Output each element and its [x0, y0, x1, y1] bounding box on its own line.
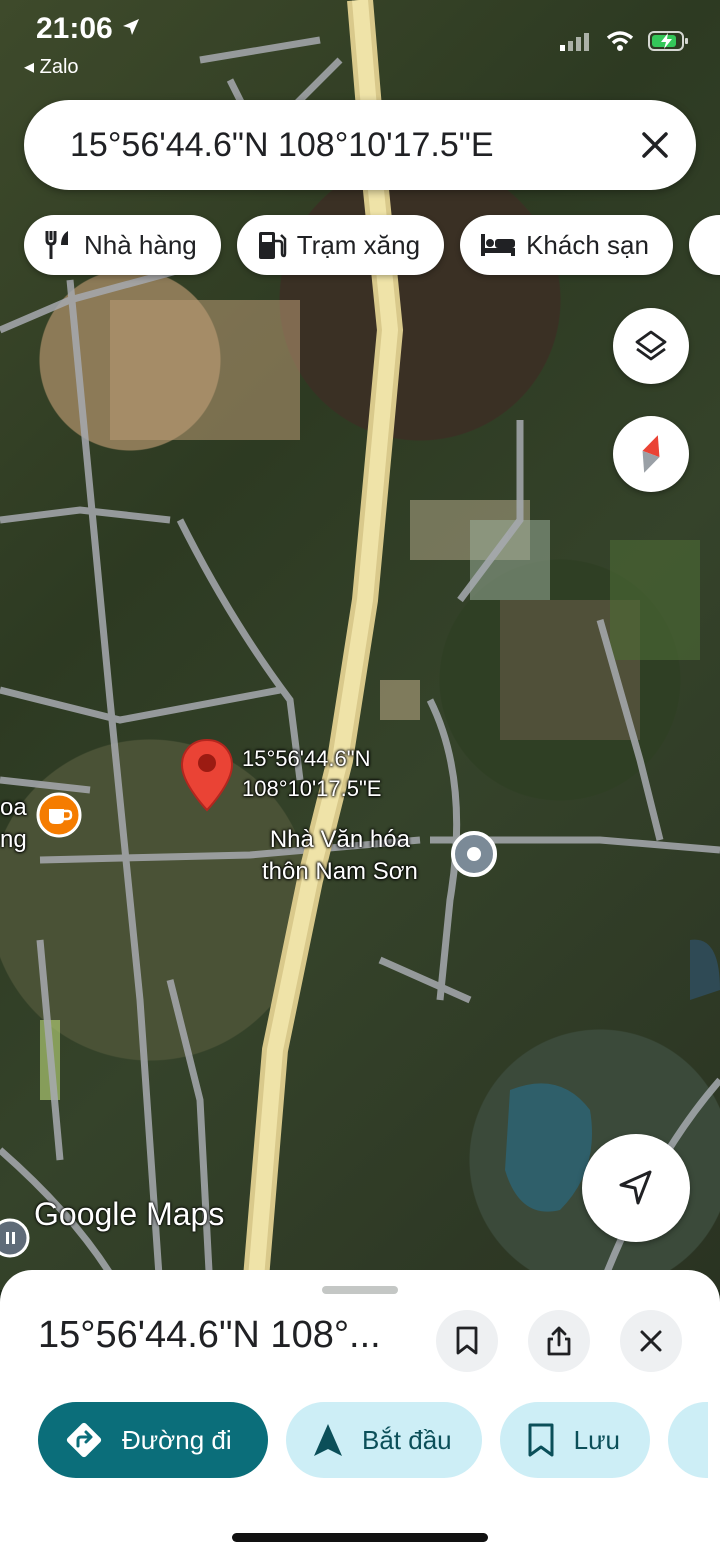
- navigation-arrow-icon: [619, 1170, 652, 1205]
- sheet-drag-handle[interactable]: [322, 1286, 398, 1294]
- layers-button[interactable]: [613, 308, 689, 384]
- map-roads: [0, 0, 720, 1290]
- chip-gas-stations-label: Trạm xăng: [296, 229, 421, 260]
- status-time: 21:06: [36, 12, 141, 46]
- place-actions: Đường đi Bắt đầu Lưu: [38, 1402, 708, 1478]
- save-button[interactable]: Lưu: [499, 1402, 650, 1478]
- chip-restaurants[interactable]: Nhà hàng: [24, 215, 221, 275]
- location-arrow-icon: [123, 19, 140, 35]
- gas-station-icon: [258, 232, 287, 259]
- start-label: Bắt đầu: [362, 1424, 452, 1455]
- chip-gas-stations[interactable]: Trạm xăng: [236, 215, 445, 275]
- place-title: 15°56'44.6"N 108°...: [38, 1314, 381, 1356]
- place-pin-icon[interactable]: [450, 830, 498, 878]
- poi-label-line1: Nhà Văn hóa: [269, 826, 410, 853]
- cellular-signal-icon: [560, 33, 589, 51]
- location-marker-icon[interactable]: [180, 738, 234, 812]
- more-actions-button[interactable]: [667, 1402, 708, 1478]
- museum-poi-icon[interactable]: [0, 1218, 30, 1258]
- back-app-name: Zalo: [39, 56, 79, 78]
- compass-icon: [642, 435, 660, 473]
- poi-label-line2: thôn Nam Sơn: [262, 858, 418, 885]
- restaurant-icon: [45, 231, 68, 259]
- directions-label: Đường đi: [122, 1424, 232, 1455]
- close-sheet-button[interactable]: [620, 1310, 682, 1372]
- wifi-icon: [606, 31, 634, 51]
- marker-coordinates-label: 15°56'44.6"N 108°10'17.5"E: [242, 744, 381, 804]
- maps-screen: 15°56'44.6"N 108°10'17.5"E oa ng Nhà Văn…: [0, 0, 720, 1559]
- save-label: Lưu: [573, 1424, 620, 1455]
- cafe-poi-label: oa ng: [0, 792, 27, 856]
- compass-button[interactable]: [613, 416, 689, 492]
- hotel-icon: [481, 234, 516, 256]
- share-icon: [547, 1326, 571, 1356]
- battery-charging-icon: [648, 31, 688, 51]
- directions-button[interactable]: Đường đi: [38, 1402, 268, 1478]
- map-canvas[interactable]: 15°56'44.6"N 108°10'17.5"E oa ng Nhà Văn…: [0, 0, 720, 1290]
- save-icon-button[interactable]: [436, 1310, 498, 1372]
- home-indicator[interactable]: [232, 1533, 488, 1542]
- start-button[interactable]: Bắt đầu: [286, 1402, 482, 1478]
- layers-icon: [635, 330, 667, 361]
- status-icons: [560, 30, 690, 52]
- navigation-icon: [314, 1424, 342, 1456]
- chip-hotels-label: Khách sạn: [526, 229, 649, 260]
- status-time-text: 21:06: [36, 12, 113, 45]
- close-icon: [642, 132, 668, 158]
- bookmark-icon: [456, 1326, 478, 1355]
- google-maps-logo: Google Maps: [34, 1196, 225, 1232]
- my-location-button[interactable]: [582, 1134, 690, 1242]
- search-bar[interactable]: 15°56'44.6"N 108°10'17.5"E: [24, 100, 696, 190]
- poi-label-nha-van-hoa: Nhà Văn hóa thôn Nam Sơn: [262, 824, 418, 888]
- cafe-poi-label-line2: ng: [0, 826, 27, 853]
- chip-hotels[interactable]: Khách sạn: [460, 215, 673, 275]
- chip-restaurants-label: Nhà hàng: [84, 229, 197, 260]
- directions-icon: [66, 1422, 102, 1458]
- search-input[interactable]: 15°56'44.6"N 108°10'17.5"E: [70, 126, 640, 165]
- chip-more[interactable]: [688, 215, 720, 275]
- marker-latitude: 15°56'44.6"N: [242, 746, 371, 771]
- category-chips: Nhà hàng Trạm xăng Khách sạn: [24, 215, 720, 275]
- marker-longitude: 108°10'17.5"E: [242, 776, 382, 801]
- back-to-app-link[interactable]: ◂ Zalo: [24, 54, 79, 79]
- cafe-poi-icon[interactable]: [36, 792, 82, 838]
- bookmark-icon: [528, 1423, 554, 1457]
- share-button[interactable]: [528, 1310, 590, 1372]
- cafe-poi-label-line1: oa: [0, 794, 27, 821]
- place-bottom-sheet: 15°56'44.6"N 108°... Đường đi Bắt đầu Lư…: [0, 1270, 720, 1559]
- close-icon: [640, 1330, 662, 1352]
- clear-search-button[interactable]: [640, 130, 670, 160]
